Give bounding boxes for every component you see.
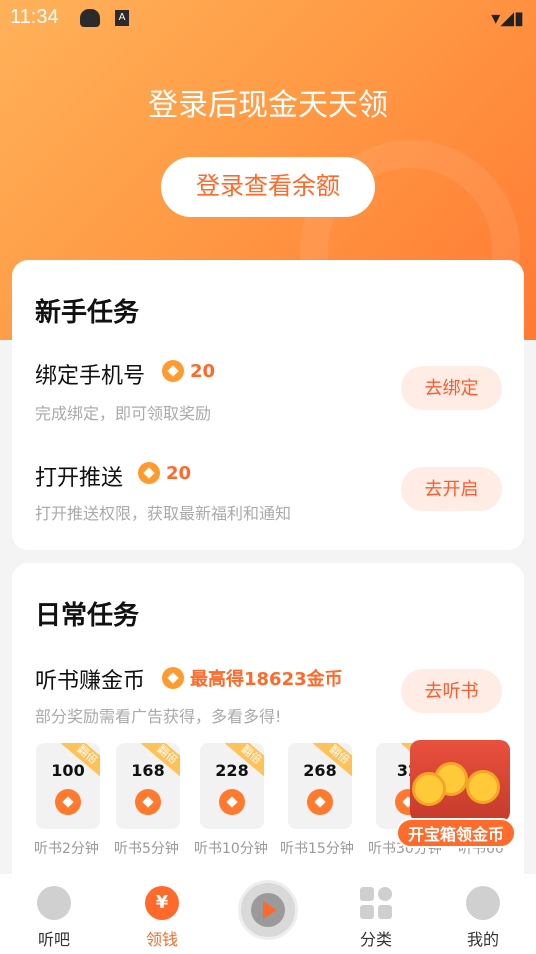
category-grid-icon <box>359 886 393 920</box>
player-button[interactable] <box>238 880 298 940</box>
tile-label: 听书5分钟 <box>114 841 179 857</box>
reward-tile[interactable]: 翻倍 228 <box>200 743 264 829</box>
task-bind-phone-desc: 完成绑定，即可领取奖励 <box>35 404 212 423</box>
reward-tile[interactable]: 翻倍 100 <box>36 743 100 829</box>
reward-tile[interactable]: 翻倍 268 <box>288 743 352 829</box>
tab-label: 我的 <box>466 930 499 949</box>
coin-icon <box>55 789 81 815</box>
treasure-chest-button[interactable]: 开宝箱领金币 <box>396 740 520 850</box>
signal-battery-icon: ▾◢▮ <box>491 8 524 29</box>
tab-label: 分类 <box>359 930 392 949</box>
tile-amount: 228 <box>215 761 249 780</box>
coin-icon <box>162 360 184 382</box>
yuan-icon: ¥ <box>145 886 179 920</box>
task-push-reward: 20 <box>138 462 191 484</box>
tile-label: 听书15分钟 <box>280 841 354 857</box>
coin-icon <box>307 789 333 815</box>
task-bind-phone-reward: 20 <box>162 360 215 382</box>
tile-amount: 100 <box>51 761 85 780</box>
app-notification-icon: A <box>115 10 129 26</box>
tab-label: 听吧 <box>37 930 70 949</box>
task-push-name: 打开推送 <box>35 466 124 491</box>
coin-icon <box>138 462 160 484</box>
tile-amount: 168 <box>131 761 165 780</box>
tab-listen[interactable]: 听吧 <box>9 874 99 954</box>
status-time: 11:34 <box>10 6 59 28</box>
reward-tile[interactable]: 翻倍 168 <box>116 743 180 829</box>
coin-icon <box>162 667 184 689</box>
tab-category[interactable]: 分类 <box>331 874 421 954</box>
task-bind-phone-name: 绑定手机号 <box>35 364 146 389</box>
tile-label: 听书2分钟 <box>34 841 99 857</box>
tab-mine[interactable]: 我的 <box>438 874 528 954</box>
tile-label: 听书10分钟 <box>194 841 268 857</box>
tab-earn[interactable]: ¥ 领钱 <box>117 874 207 954</box>
task-listen-desc: 部分奖励需看广告获得，多看多得! <box>35 707 282 726</box>
newbie-title: 新手任务 <box>35 298 140 328</box>
task-push-desc: 打开推送权限，获取最新福利和通知 <box>35 504 292 523</box>
headphone-icon <box>80 9 100 27</box>
user-avatar-icon <box>466 886 500 920</box>
hero-title: 登录后现金天天领 <box>148 88 388 123</box>
bind-phone-button[interactable]: 去绑定 <box>401 366 502 410</box>
disc-icon <box>37 886 71 920</box>
play-icon <box>263 901 277 919</box>
gold-coin-icon <box>412 772 446 806</box>
newbie-task-card: 新手任务 绑定手机号 20 完成绑定，即可领取奖励 去绑定 打开推送 20 打开… <box>12 260 524 550</box>
tile-amount: 268 <box>303 761 337 780</box>
daily-title: 日常任务 <box>35 601 140 631</box>
treasure-label: 开宝箱领金币 <box>396 818 516 848</box>
enable-push-button[interactable]: 去开启 <box>401 467 502 511</box>
login-button[interactable]: 登录查看余额 <box>161 157 375 217</box>
task-listen-reward: 最高得18623金币 <box>162 665 343 691</box>
coin-icon <box>219 789 245 815</box>
play-disc-icon <box>251 893 285 927</box>
task-listen-name: 听书赚金币 <box>35 669 146 694</box>
coin-icon <box>135 789 161 815</box>
tab-label: 领钱 <box>145 930 178 949</box>
gold-coin-icon <box>466 770 500 804</box>
listen-book-button[interactable]: 去听书 <box>401 669 502 713</box>
status-bar: 11:34 A ▾◢▮ <box>0 0 536 36</box>
